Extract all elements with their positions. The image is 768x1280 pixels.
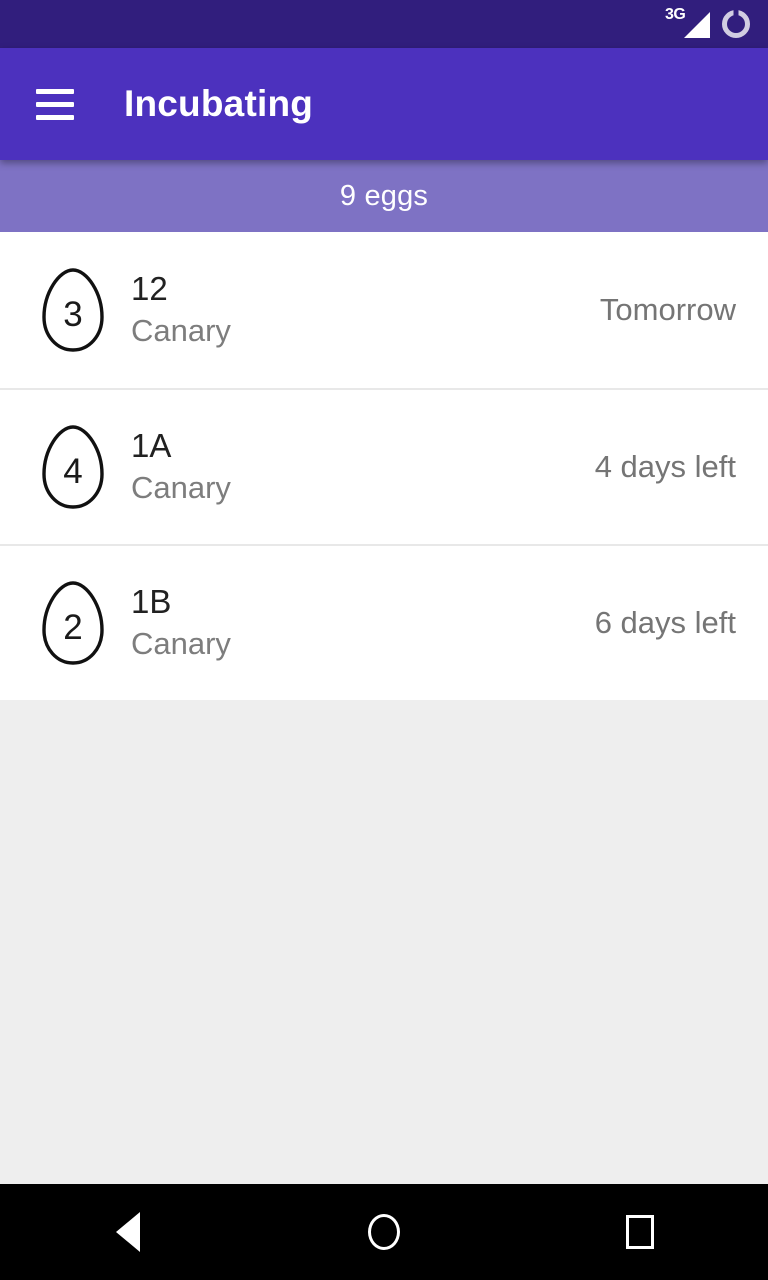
list-item-due: 4 days left <box>594 449 736 484</box>
battery-icon <box>722 10 750 38</box>
list-item[interactable]: 4 1A Canary 4 days left <box>0 388 768 544</box>
list-item-subtitle: Canary <box>131 312 231 348</box>
list-item-due: 6 days left <box>594 605 736 640</box>
android-navigation-bar <box>0 1184 768 1280</box>
status-bar: 3G <box>0 0 768 48</box>
egg-icon: 2 <box>40 580 106 666</box>
app-bar: Incubating <box>0 48 768 160</box>
menu-bar-3 <box>36 114 74 120</box>
egg-count-value: 2 <box>63 608 83 647</box>
list-item-text: 1A Canary <box>131 427 595 508</box>
status-bar-icons: 3G <box>664 0 750 48</box>
back-button[interactable] <box>68 1184 188 1280</box>
signal-icon: 3G <box>664 7 710 41</box>
incubating-list: 3 12 Canary Tomorrow 4 1A Canary 4 days … <box>0 232 768 700</box>
home-button[interactable] <box>324 1184 444 1280</box>
back-triangle-icon <box>116 1212 140 1252</box>
list-item-due: Tomorrow <box>599 292 736 327</box>
list-item[interactable]: 3 12 Canary Tomorrow <box>0 232 768 388</box>
network-type-label: 3G <box>665 6 686 23</box>
recents-square-icon <box>626 1215 654 1249</box>
list-item-title: 1A <box>131 426 172 464</box>
egg-icon: 3 <box>40 267 106 353</box>
home-circle-icon <box>368 1214 400 1250</box>
egg-icon: 4 <box>40 424 106 510</box>
page-title: Incubating <box>124 83 314 124</box>
signal-bars-glyph <box>684 12 710 38</box>
recents-button[interactable] <box>580 1184 700 1280</box>
hamburger-menu-icon[interactable] <box>36 88 74 120</box>
egg-count-subheader: 9 eggs <box>0 160 768 232</box>
list-item[interactable]: 2 1B Canary 6 days left <box>0 544 768 700</box>
egg-count-value: 3 <box>63 295 83 334</box>
list-item-title: 12 <box>131 269 168 307</box>
list-item-subtitle: Canary <box>131 625 231 661</box>
list-item-text: 12 Canary <box>131 270 600 351</box>
menu-bar-1 <box>36 88 74 94</box>
phone-screen: 3G Incubating 9 eggs 3 12 Canary Tomorro… <box>0 0 768 1280</box>
list-item-text: 1B Canary <box>131 583 595 664</box>
list-item-title: 1B <box>131 582 172 620</box>
list-item-subtitle: Canary <box>131 469 231 505</box>
egg-count-value: 4 <box>63 452 83 491</box>
menu-bar-2 <box>36 101 74 107</box>
egg-count-label: 9 eggs <box>339 179 429 212</box>
